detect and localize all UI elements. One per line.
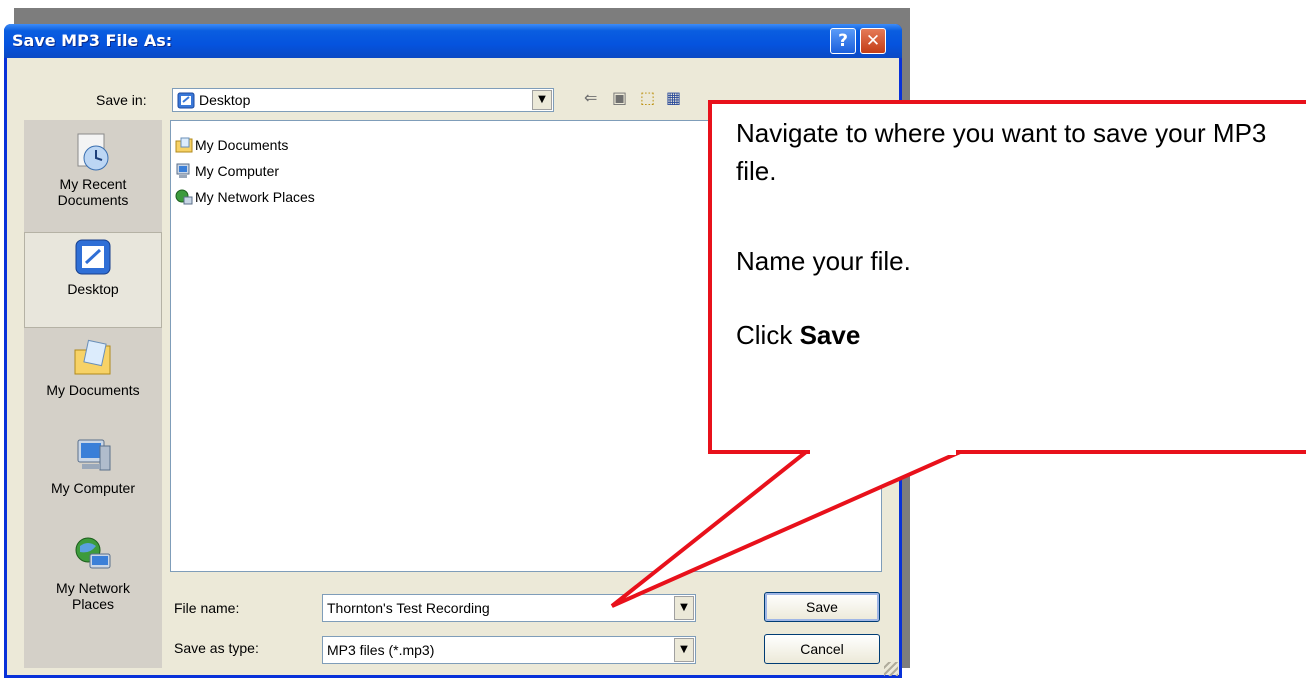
place-label-1a: My Recent	[59, 176, 127, 192]
place-my-computer[interactable]: My Computer	[24, 432, 162, 528]
callout-line-3-bold: Save	[799, 320, 861, 350]
my-documents-icon	[74, 339, 111, 375]
save-in-value: Desktop	[199, 92, 251, 108]
resize-grip[interactable]	[884, 662, 898, 676]
callout-line-3-prefix: Click	[736, 320, 800, 350]
chevron-down-icon[interactable]: ▼	[674, 638, 694, 662]
save-as-type-select[interactable]: MP3 files (*.mp3) ▼	[322, 636, 696, 664]
network-places-icon	[75, 537, 111, 569]
place-label-4: My Computer	[50, 480, 136, 496]
file-name-value: Thornton's Test Recording	[327, 600, 490, 616]
desktop-icon	[75, 239, 111, 275]
callout-line-1: Navigate to where you want to save your …	[736, 118, 1267, 186]
help-button[interactable]: ?	[830, 28, 856, 54]
file-name-input[interactable]: Thornton's Test Recording ▼	[322, 594, 696, 622]
callout-box: Navigate to where you want to save your …	[708, 100, 1306, 454]
save-as-type-label: Save as type:	[174, 640, 259, 656]
chevron-down-icon[interactable]: ▼	[532, 90, 552, 110]
callout-line-3: Click Save	[736, 316, 1296, 354]
file-item-label-3: My Network Places	[195, 189, 315, 205]
file-name-label: File name:	[174, 600, 240, 616]
place-label-3: My Documents	[46, 382, 140, 398]
cancel-button[interactable]: Cancel	[764, 634, 880, 664]
list-item[interactable]: My Documents	[175, 137, 288, 159]
title-bar[interactable]: Save MP3 File As: ? ✕	[4, 24, 902, 58]
callout-line-2: Name your file.	[736, 246, 911, 276]
save-as-type-value: MP3 files (*.mp3)	[327, 642, 435, 658]
place-label-5a: My Network	[56, 580, 130, 596]
recent-documents-icon	[77, 133, 109, 171]
dialog-title: Save MP3 File As:	[12, 31, 173, 50]
place-label-5b: Places	[71, 596, 115, 612]
place-label-2: Desktop	[67, 281, 119, 297]
my-computer-icon	[77, 439, 111, 471]
new-folder-icon[interactable]: ⬚	[640, 88, 655, 107]
save-in-dropdown[interactable]: Desktop ▼	[172, 88, 554, 112]
desktop-small-icon	[177, 92, 195, 109]
file-item-label-2: My Computer	[195, 163, 280, 179]
up-folder-icon[interactable]: ▣	[612, 88, 627, 107]
back-icon[interactable]: ⇐	[584, 88, 597, 107]
save-button[interactable]: Save	[764, 592, 880, 622]
folder-icon	[175, 137, 193, 153]
save-in-label: Save in:	[96, 92, 147, 108]
network-icon	[175, 189, 193, 205]
place-label-1b: Documents	[57, 192, 129, 208]
file-item-label-1: My Documents	[195, 137, 289, 153]
places-bar: My Recent Documents Desktop My Documents…	[24, 120, 162, 668]
place-desktop[interactable]: Desktop	[24, 232, 162, 328]
list-item[interactable]: My Network Places	[175, 189, 315, 211]
place-my-network-places[interactable]: My Network Places	[24, 532, 162, 642]
place-my-recent-documents[interactable]: My Recent Documents	[24, 128, 162, 228]
computer-icon	[176, 163, 190, 178]
view-menu-icon[interactable]: ▦	[666, 88, 681, 107]
chevron-down-icon[interactable]: ▼	[674, 596, 694, 620]
close-button[interactable]: ✕	[860, 28, 886, 54]
list-item[interactable]: My Computer	[175, 163, 279, 185]
place-my-documents[interactable]: My Documents	[24, 334, 162, 430]
